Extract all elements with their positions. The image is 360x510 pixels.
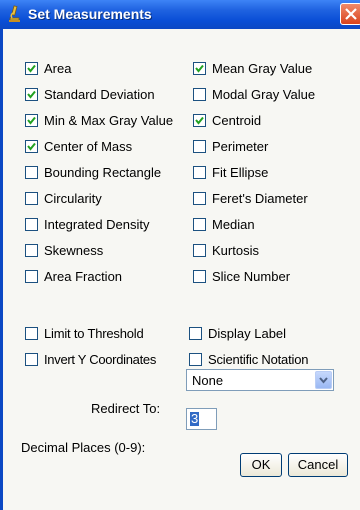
- checkbox-label: Integrated Density: [44, 217, 150, 232]
- checkbox-bounding-rectangle[interactable]: Bounding Rectangle: [25, 165, 161, 180]
- checkbox-label: Fit Ellipse: [212, 165, 269, 180]
- decimal-places-input[interactable]: 3: [186, 408, 217, 430]
- checkbox-display-label[interactable]: Display Label: [189, 326, 286, 341]
- checkbox-label: Centroid: [212, 113, 262, 128]
- checkbox-fit-ellipse[interactable]: Fit Ellipse: [193, 165, 268, 180]
- checkbox-box[interactable]: [25, 327, 38, 340]
- checkbox-box[interactable]: [193, 114, 206, 127]
- checkbox-box[interactable]: [193, 270, 206, 283]
- checkbox-label: Kurtosis: [212, 243, 259, 258]
- checkbox-kurtosis[interactable]: Kurtosis: [193, 243, 259, 258]
- checkbox-label: Skewness: [44, 243, 104, 258]
- decimal-places-value: 3: [190, 411, 200, 426]
- checkbox-label: Limit to Threshold: [44, 326, 144, 341]
- check-icon: [195, 64, 204, 73]
- check-icon: [27, 142, 36, 151]
- redirect-select[interactable]: None: [186, 369, 334, 391]
- dropdown-button[interactable]: [315, 371, 332, 389]
- checkbox-box[interactable]: [193, 244, 206, 257]
- checkbox-label: Mean Gray Value: [212, 61, 313, 76]
- checkbox-box[interactable]: [25, 270, 38, 283]
- checkbox-scientific-notation[interactable]: Scientific Notation: [189, 352, 308, 367]
- checkbox-box[interactable]: [25, 62, 38, 75]
- checkbox-slice-number[interactable]: Slice Number: [193, 269, 290, 284]
- microscope-icon: [7, 5, 21, 23]
- checkbox-label: Display Label: [208, 326, 287, 341]
- checkbox-label: Feret's Diameter: [212, 191, 308, 206]
- checkbox-skewness[interactable]: Skewness: [25, 243, 103, 258]
- checkbox-label: Median: [212, 217, 255, 232]
- redirect-label: Redirect To:: [91, 401, 161, 416]
- close-button[interactable]: [340, 3, 360, 25]
- checkbox-label: Min & Max Gray Value: [44, 113, 174, 128]
- check-icon: [27, 64, 36, 73]
- check-icon: [195, 116, 204, 125]
- checkbox-box[interactable]: [189, 327, 202, 340]
- close-icon: [345, 8, 357, 20]
- checkbox-center-of-mass[interactable]: Center of Mass: [25, 139, 132, 154]
- checkbox-circularity[interactable]: Circularity: [25, 191, 102, 206]
- checkbox-box[interactable]: [193, 192, 206, 205]
- checkbox-label: Area Fraction: [44, 269, 123, 284]
- checkbox-box[interactable]: [25, 166, 38, 179]
- checkbox-box[interactable]: [189, 353, 202, 366]
- checkbox-median[interactable]: Median: [193, 217, 255, 232]
- checkbox-centroid[interactable]: Centroid: [193, 113, 261, 128]
- checkbox-min-max-gray-value[interactable]: Min & Max Gray Value: [25, 113, 173, 128]
- checkbox-modal-gray-value[interactable]: Modal Gray Value: [193, 87, 315, 102]
- checkbox-area-fraction[interactable]: Area Fraction: [25, 269, 122, 284]
- checkbox-label: Circularity: [44, 191, 102, 206]
- dialog-content: Area Mean Gray Value Standard Deviation …: [3, 29, 360, 510]
- checkbox-label: Invert Y Coordinates: [44, 352, 157, 367]
- checkbox-area[interactable]: Area: [25, 61, 71, 76]
- checkbox-label: Scientific Notation: [208, 352, 309, 367]
- check-icon: [27, 90, 36, 99]
- checkbox-box[interactable]: [193, 62, 206, 75]
- checkbox-box[interactable]: [25, 353, 38, 366]
- checkbox-label: Modal Gray Value: [212, 87, 316, 102]
- cancel-button[interactable]: Cancel: [288, 453, 348, 477]
- checkbox-mean-gray-value[interactable]: Mean Gray Value: [193, 61, 312, 76]
- redirect-value: None: [192, 373, 224, 388]
- checkbox-integrated-density[interactable]: Integrated Density: [25, 217, 150, 232]
- checkbox-label: Perimeter: [212, 139, 269, 154]
- title-bar[interactable]: Set Measurements: [0, 0, 360, 30]
- checkbox-standard-deviation[interactable]: Standard Deviation: [25, 87, 155, 102]
- window-title: Set Measurements: [28, 6, 152, 22]
- check-icon: [27, 116, 36, 125]
- checkbox-label: Slice Number: [212, 269, 291, 284]
- checkbox-label: Standard Deviation: [44, 87, 155, 102]
- checkbox-box[interactable]: [25, 114, 38, 127]
- checkbox-invert-y-coordinates[interactable]: Invert Y Coordinates: [25, 352, 156, 367]
- ok-button[interactable]: OK: [240, 453, 282, 477]
- checkbox-box[interactable]: [193, 88, 206, 101]
- checkbox-limit-to-threshold[interactable]: Limit to Threshold: [25, 326, 144, 341]
- checkbox-box[interactable]: [25, 244, 38, 257]
- decimal-places-label: Decimal Places (0-9):: [21, 440, 146, 455]
- chevron-down-icon: [319, 377, 328, 384]
- checkbox-perimeter[interactable]: Perimeter: [193, 139, 268, 154]
- checkbox-box[interactable]: [193, 218, 206, 231]
- checkbox-label: Area: [44, 61, 72, 76]
- checkbox-box[interactable]: [25, 192, 38, 205]
- checkbox-box[interactable]: [25, 140, 38, 153]
- checkbox-box[interactable]: [25, 218, 38, 231]
- checkbox-box[interactable]: [193, 166, 206, 179]
- checkbox-box[interactable]: [25, 88, 38, 101]
- checkbox-label: Bounding Rectangle: [44, 165, 162, 180]
- checkbox-label: Center of Mass: [44, 139, 133, 154]
- checkbox-box[interactable]: [193, 140, 206, 153]
- checkbox-ferets-diameter[interactable]: Feret's Diameter: [193, 191, 308, 206]
